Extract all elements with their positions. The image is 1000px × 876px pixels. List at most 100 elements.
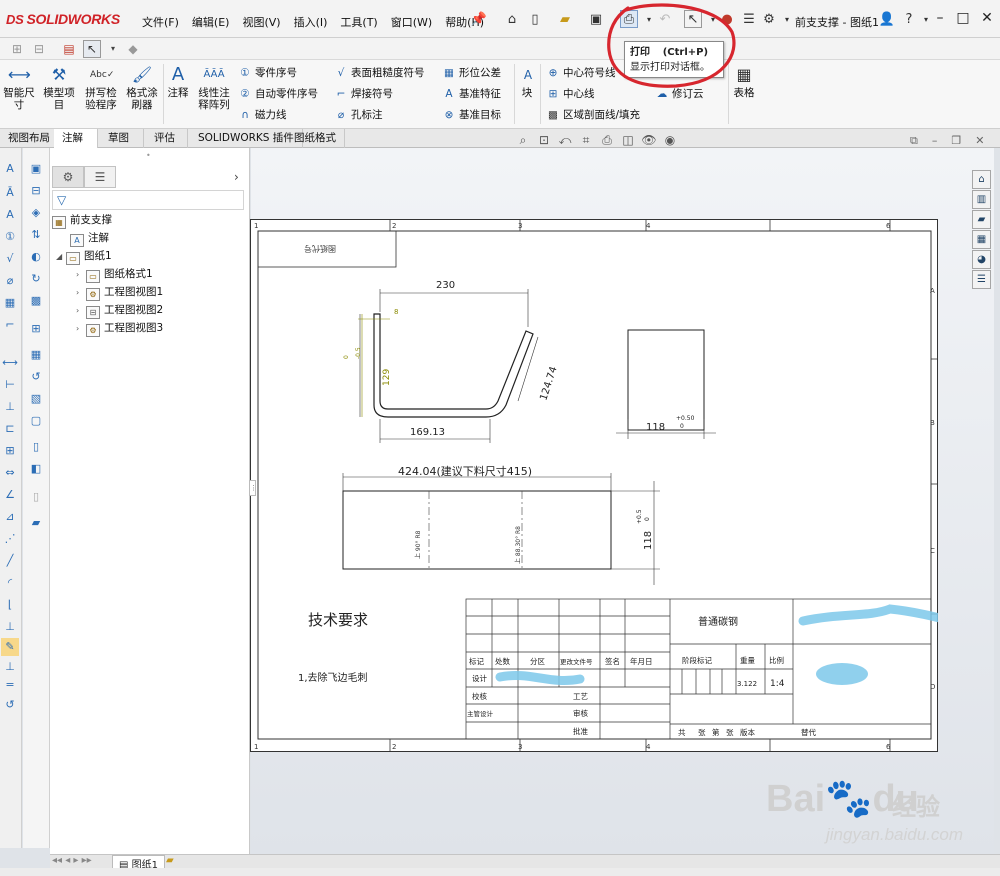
surface-tool-icon[interactable]: √ — [1, 250, 19, 268]
broken-view-icon[interactable]: ↻ — [27, 270, 45, 288]
file-properties-icon[interactable]: ☰ — [740, 10, 758, 28]
layers-icon[interactable]: ◧ — [27, 460, 45, 478]
predefined-view-icon[interactable]: ▧ — [27, 390, 45, 408]
model-items-button[interactable]: ⚒ 模型项目 — [40, 65, 78, 111]
active-tool-icon[interactable]: ✎ — [1, 638, 19, 656]
tab-evaluate[interactable]: 评估 — [146, 129, 188, 148]
tab-sheet-format[interactable]: 图纸格式 — [286, 129, 345, 148]
property-manager-tab-icon[interactable]: ☰ — [84, 166, 116, 188]
trim-icon[interactable]: ↺ — [1, 696, 19, 714]
hole-tool-icon[interactable]: ⌀ — [1, 272, 19, 290]
canvas-maximize-icon[interactable]: ❐ — [951, 134, 961, 148]
open-folder-icon[interactable]: ▰ — [556, 10, 574, 28]
detail-view-icon[interactable]: ◐ — [27, 248, 45, 266]
tab-annotation[interactable]: 注解 — [54, 129, 98, 148]
empty-view-icon[interactable]: ▢ — [27, 412, 45, 430]
pointer-icon[interactable]: ↖ — [83, 40, 101, 58]
add-sheet-icon[interactable]: ▰ — [166, 855, 174, 866]
options-dropdown-icon[interactable]: ▾ — [778, 10, 796, 28]
design-library-icon[interactable]: ▥ — [972, 190, 991, 209]
balloon-tool-icon[interactable]: ① — [1, 228, 19, 246]
pointer-dropdown-icon[interactable]: ▾ — [104, 40, 122, 58]
crop-view-icon[interactable]: ▩ — [27, 292, 45, 310]
menu-window[interactable]: 窗口(W) — [391, 14, 432, 30]
note-tool-icon[interactable]: A — [1, 160, 19, 178]
relative-view-icon[interactable]: ↺ — [27, 368, 45, 386]
surface-finish-button[interactable]: √ 表面粗糙度符号 — [334, 64, 425, 82]
dim-118-view2[interactable]: 118 — [646, 422, 665, 433]
area-hatch-button[interactable]: ▩ 区域剖面线/填充 — [546, 106, 640, 124]
revision-cloud-button[interactable]: ☁ 修订云 — [655, 85, 704, 103]
sheet-nav-arrows[interactable]: ◂◂ ◂ ▸ ▸▸ — [52, 855, 92, 866]
solidworks-logo[interactable]: DS SOLIDWORKS — [6, 11, 120, 27]
center-mark-button[interactable]: ⊕ 中心符号线 — [546, 64, 616, 82]
corner-icon[interactable]: ⌊ — [1, 596, 19, 614]
sketch-relations-icon[interactable]: ⊞ — [8, 40, 26, 58]
note-button[interactable]: A 注释 — [166, 65, 190, 100]
weld-symbol-button[interactable]: ⌐ 焊接符号 — [334, 85, 393, 103]
angle-dim-icon[interactable]: ∠ — [1, 486, 19, 504]
undo-icon[interactable]: ↶ — [656, 10, 674, 28]
spell-check-button[interactable]: Abc✓ 拼写检验程序 — [82, 65, 120, 111]
tree-item-view3[interactable]: › ⚙ 工程图视图3 — [76, 319, 163, 337]
canvas-minimize-icon[interactable]: – — [932, 134, 938, 148]
maximize-icon[interactable]: □ — [954, 9, 972, 27]
expand-icon[interactable]: › — [76, 284, 86, 302]
tree-item-sheet-format[interactable]: › ▭ 图纸格式1 — [76, 265, 153, 283]
layer-icon[interactable]: ◆ — [124, 40, 142, 58]
linear-pattern-tool-icon[interactable]: Ā — [1, 184, 19, 202]
path-dim-icon[interactable]: ⋰ — [1, 530, 19, 548]
geometric-tolerance-button[interactable]: ▦ 形位公差 — [442, 64, 501, 82]
line-tool-icon[interactable]: ⊥ — [1, 618, 19, 636]
dim-230[interactable]: 230 — [436, 280, 455, 291]
expand-icon[interactable]: › — [76, 320, 86, 338]
previous-view-icon[interactable]: ⤺ — [556, 133, 574, 148]
panel-splitter-grip[interactable]: ⋮ — [249, 480, 257, 496]
weld-tool-icon[interactable]: ⌐ — [1, 316, 19, 334]
sheet-icon[interactable]: ▯ — [27, 438, 45, 456]
centerline-button[interactable]: ⊞ 中心线 — [546, 85, 595, 103]
chain-dim-icon[interactable]: ⇔ — [1, 464, 19, 482]
ordinate-dim-icon[interactable]: ⊏ — [1, 420, 19, 438]
options-gear-icon[interactable]: ⚙ — [760, 10, 778, 28]
menu-view[interactable]: 视图(V) — [242, 14, 280, 30]
view-palette-icon[interactable]: ▦ — [972, 230, 991, 249]
drawing-sheet[interactable]: 1 2 3 4 6 1 2 3 4 6 A B C D 图纸代号 230 169… — [250, 219, 938, 752]
filter-box[interactable]: ▽ — [52, 190, 244, 210]
auto-balloon-button[interactable]: ② 自动零件序号 — [238, 85, 318, 103]
zoom-area-icon[interactable]: ⊡ — [535, 133, 553, 148]
equal-icon[interactable]: = — [1, 676, 19, 694]
smart-dimension-button[interactable]: ⟷ 智能尺寸 — [1, 65, 37, 111]
model-view-icon[interactable]: ▣ — [27, 160, 45, 178]
tree-item-sheet1[interactable]: ◢ ▭ 图纸1 — [56, 247, 112, 265]
tech-req-title[interactable]: 技术要求 — [308, 611, 368, 629]
open-drawing-icon[interactable]: ▰ — [27, 514, 45, 532]
solidworks-resources-icon[interactable]: ⌂ — [972, 170, 991, 189]
feature-tree-tab-icon[interactable]: ⚙ — [52, 166, 84, 188]
select-cursor-icon[interactable]: ↖ — [684, 10, 702, 28]
file-explorer-icon[interactable]: ▰ — [972, 210, 991, 229]
magnetic-line-button[interactable]: ∩ 磁力线 — [238, 106, 286, 124]
horizontal-dim-icon[interactable]: ⊢ — [1, 376, 19, 394]
tab-sketch[interactable]: 草图 — [100, 129, 144, 148]
panel-grip[interactable]: • — [146, 151, 151, 160]
minimize-icon[interactable]: – — [931, 9, 949, 27]
disabled-tool-icon[interactable]: ▯ — [27, 488, 45, 506]
user-icon[interactable]: 👤 — [878, 10, 896, 28]
menu-edit[interactable]: 编辑(E) — [192, 14, 230, 30]
sketch-line-icon[interactable]: ╱ — [1, 552, 19, 570]
format-painter-button[interactable]: 🖌 格式涂刷器 — [122, 65, 162, 111]
canvas-close-icon[interactable]: ✕ — [975, 134, 984, 148]
sheet-icon[interactable]: ▤ — [60, 40, 78, 58]
collapse-icon[interactable]: ◢ — [56, 248, 66, 266]
arc-icon[interactable]: ◜ — [1, 574, 19, 592]
rebuild-icon[interactable]: ● — [718, 10, 736, 28]
zoom-sheet-icon[interactable]: ⌗ — [577, 133, 595, 148]
custom-properties-icon[interactable]: ☰ — [972, 270, 991, 289]
pin-icon[interactable]: 📌 — [470, 10, 488, 28]
home-icon[interactable]: ⌂ — [503, 10, 521, 28]
dim-169-13[interactable]: 169.13 — [410, 427, 445, 438]
tree-item-annotations[interactable]: A 注解 — [70, 229, 109, 247]
auxiliary-view-icon[interactable]: ◈ — [27, 204, 45, 222]
expand-icon[interactable]: › — [76, 302, 86, 320]
